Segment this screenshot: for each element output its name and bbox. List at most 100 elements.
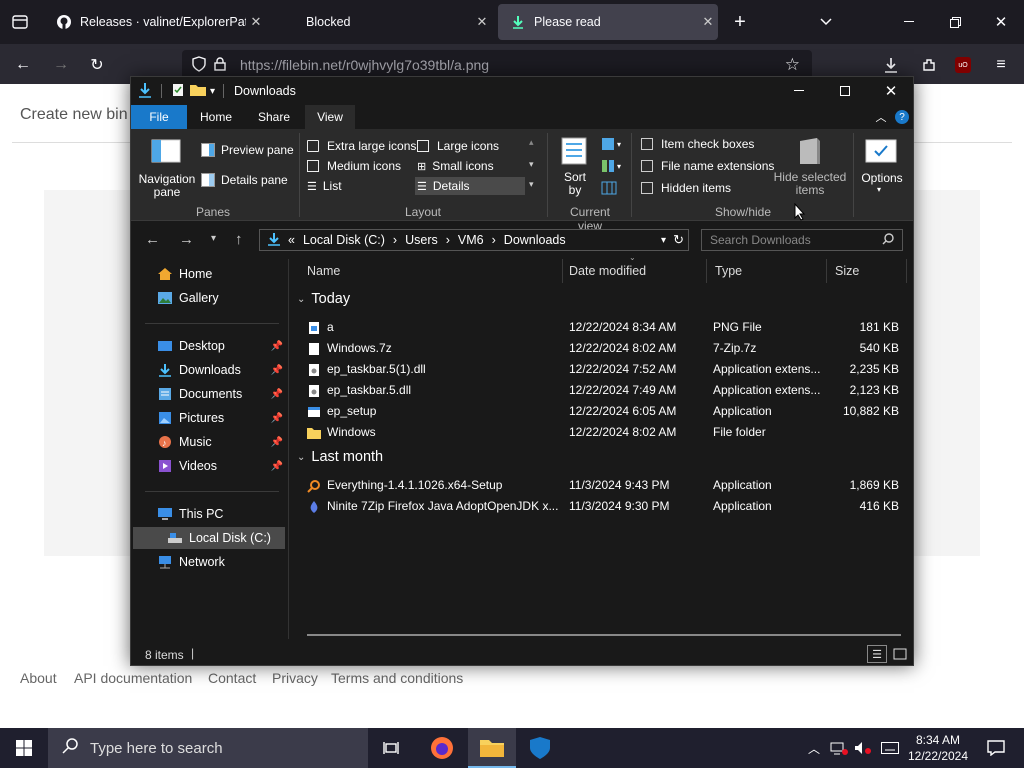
downloads-quick-icon[interactable] [139, 82, 151, 101]
file-row[interactable]: ep_setup 12/22/2024 6:05 AM Application … [307, 401, 907, 422]
breadcrumb-vm6[interactable]: VM6 [458, 233, 484, 247]
layout-scroll-up-icon[interactable]: ▴ [529, 137, 534, 148]
layout-details[interactable]: ☰ Details [415, 177, 525, 195]
qat-chevron-down-icon[interactable]: ▾ [210, 86, 215, 97]
ublock-icon[interactable]: uO [950, 52, 976, 78]
options-chevron-icon[interactable]: ▾ [877, 185, 881, 194]
windows-start-icon[interactable] [0, 728, 48, 768]
sidebar-item-documents[interactable]: Documents 📌 [131, 383, 289, 405]
sidebar-item-videos[interactable]: Videos 📌 [131, 455, 289, 477]
tab-home[interactable]: Home [191, 105, 241, 129]
pin-icon[interactable]: 📌 [271, 413, 283, 424]
breadcrumb-overflow[interactable]: « [288, 233, 295, 247]
minimize-icon[interactable] [896, 4, 922, 40]
close-icon[interactable]: ✕ [868, 77, 914, 105]
properties-icon[interactable] [172, 83, 184, 100]
tab-view[interactable]: View [305, 105, 355, 129]
breadcrumb-users[interactable]: Users [405, 233, 438, 247]
breadcrumb-downloads[interactable]: Downloads [504, 233, 566, 247]
tab-github-releases[interactable]: Releases · valinet/ExplorerPatch ✕ [44, 4, 266, 40]
address-dropdown-icon[interactable]: ▾ [661, 235, 666, 246]
bookmark-star-icon[interactable]: ☆ [785, 55, 800, 75]
close-window-icon[interactable]: ✕ [988, 4, 1014, 40]
task-view-icon[interactable] [372, 728, 412, 768]
chevron-down-icon[interactable]: ⌄ [297, 452, 305, 463]
options-icon[interactable] [865, 139, 897, 163]
sidebar-item-home[interactable]: Home [131, 263, 289, 285]
file-row[interactable]: ep_taskbar.5(1).dll 12/22/2024 7:52 AM A… [307, 359, 907, 380]
footer-link-contact[interactable]: Contact [208, 670, 256, 686]
back-arrow-icon[interactable]: ← [145, 231, 160, 248]
volume-muted-icon[interactable] [852, 728, 874, 768]
hamburger-menu-icon[interactable]: ≡ [988, 52, 1014, 78]
tab-share[interactable]: Share [249, 105, 299, 129]
tab-please-read[interactable]: Please read ✕ [498, 4, 718, 40]
layout-large-icons[interactable]: Large icons [417, 139, 499, 153]
extensions-icon[interactable] [916, 52, 942, 78]
close-tab-icon[interactable]: ✕ [246, 14, 266, 30]
column-header-type[interactable]: Type [707, 259, 827, 283]
sort-by-icon[interactable] [561, 137, 587, 165]
hide-selected-items-icon[interactable] [799, 137, 821, 165]
sort-by-button[interactable]: Sort by [561, 171, 589, 197]
item-check-boxes-checkbox[interactable]: Item check boxes [641, 137, 754, 151]
chevron-down-icon[interactable] [814, 4, 838, 40]
sidebar-item-local-disk[interactable]: Local Disk (C:) [133, 527, 285, 549]
address-bar[interactable]: « Local Disk (C:) › Users › VM6 › Downlo… [259, 229, 689, 251]
sidebar-item-downloads[interactable]: Downloads 📌 [131, 359, 289, 381]
forward-arrow-icon[interactable]: → [179, 231, 194, 248]
layout-small-icons[interactable]: ⊞ Small icons [417, 159, 494, 173]
maximize-icon[interactable] [822, 77, 868, 105]
hide-selected-items-button[interactable]: Hide selected items [771, 171, 849, 197]
minimize-icon[interactable] [776, 77, 822, 105]
column-header-date[interactable]: Date modified [561, 259, 707, 283]
sidebar-item-network[interactable]: Network [131, 551, 289, 573]
file-explorer-taskbar-icon[interactable] [468, 728, 516, 768]
add-columns-icon[interactable]: ▾ [601, 159, 625, 173]
footer-link-terms[interactable]: Terms and conditions [331, 670, 463, 686]
firefox-taskbar-icon[interactable] [420, 728, 464, 768]
help-icon[interactable]: ? [893, 105, 911, 129]
search-input[interactable]: Search Downloads [701, 229, 903, 251]
navigation-pane-button[interactable]: Navigation pane [137, 173, 197, 199]
tray-chevron-up-icon[interactable]: ︿ [804, 728, 824, 768]
folder-icon[interactable] [190, 83, 206, 99]
new-tab-icon[interactable]: + [728, 4, 752, 40]
sidebar-item-desktop[interactable]: Desktop 📌 [131, 335, 289, 357]
ribbon-collapse-icon[interactable]: ︿ [871, 105, 891, 129]
column-header-name[interactable]: Name [299, 259, 563, 283]
details-view-icon[interactable]: ☰ [867, 645, 887, 663]
sidebar-item-pictures[interactable]: Pictures 📌 [131, 407, 289, 429]
pin-icon[interactable]: 📌 [271, 365, 283, 376]
details-pane-button[interactable]: Details pane [201, 173, 288, 187]
recent-locations-chevron-icon[interactable]: ▾ [211, 233, 216, 244]
refresh-icon[interactable]: ↻ [673, 232, 684, 248]
clock[interactable]: 8:34 AM 12/22/2024 [906, 728, 970, 768]
column-header-size[interactable]: Size [827, 259, 907, 283]
file-row[interactable]: a 12/22/2024 8:34 AM PNG File 181 KB [307, 317, 907, 338]
pin-icon[interactable]: 📌 [271, 437, 283, 448]
large-icons-view-icon[interactable] [891, 645, 909, 663]
file-row[interactable]: Everything-1.4.1.1026.x64-Setup 11/3/202… [307, 475, 907, 496]
hidden-items-checkbox[interactable]: Hidden items [641, 181, 731, 195]
shield-icon[interactable] [192, 55, 206, 75]
chevron-down-icon[interactable]: ⌄ [297, 294, 305, 305]
reload-icon[interactable]: ↻ [84, 52, 110, 78]
options-button[interactable]: Options [861, 171, 903, 185]
group-header-today[interactable]: ⌄ Today [297, 291, 350, 307]
file-name-extensions-checkbox[interactable]: File name extensions [641, 159, 774, 173]
layout-expand-icon[interactable]: ▾ [529, 179, 534, 190]
navigation-pane-icon[interactable] [151, 139, 181, 163]
pin-icon[interactable]: 📌 [271, 389, 283, 400]
downloads-toolbar-icon[interactable] [878, 52, 904, 78]
sidebar-item-this-pc[interactable]: This PC [131, 503, 289, 525]
restore-icon[interactable] [942, 4, 968, 40]
pin-icon[interactable]: 📌 [271, 341, 283, 352]
size-columns-icon[interactable] [601, 181, 617, 195]
keyboard-icon[interactable] [878, 728, 902, 768]
tab-blocked[interactable]: Blocked ✕ [270, 4, 492, 40]
lock-icon[interactable] [214, 56, 226, 74]
layout-extra-large-icons[interactable]: Extra large icons [307, 139, 416, 153]
file-row[interactable]: Windows 12/22/2024 8:02 AM File folder [307, 422, 907, 443]
breadcrumb-local-disk[interactable]: Local Disk (C:) [303, 233, 385, 247]
